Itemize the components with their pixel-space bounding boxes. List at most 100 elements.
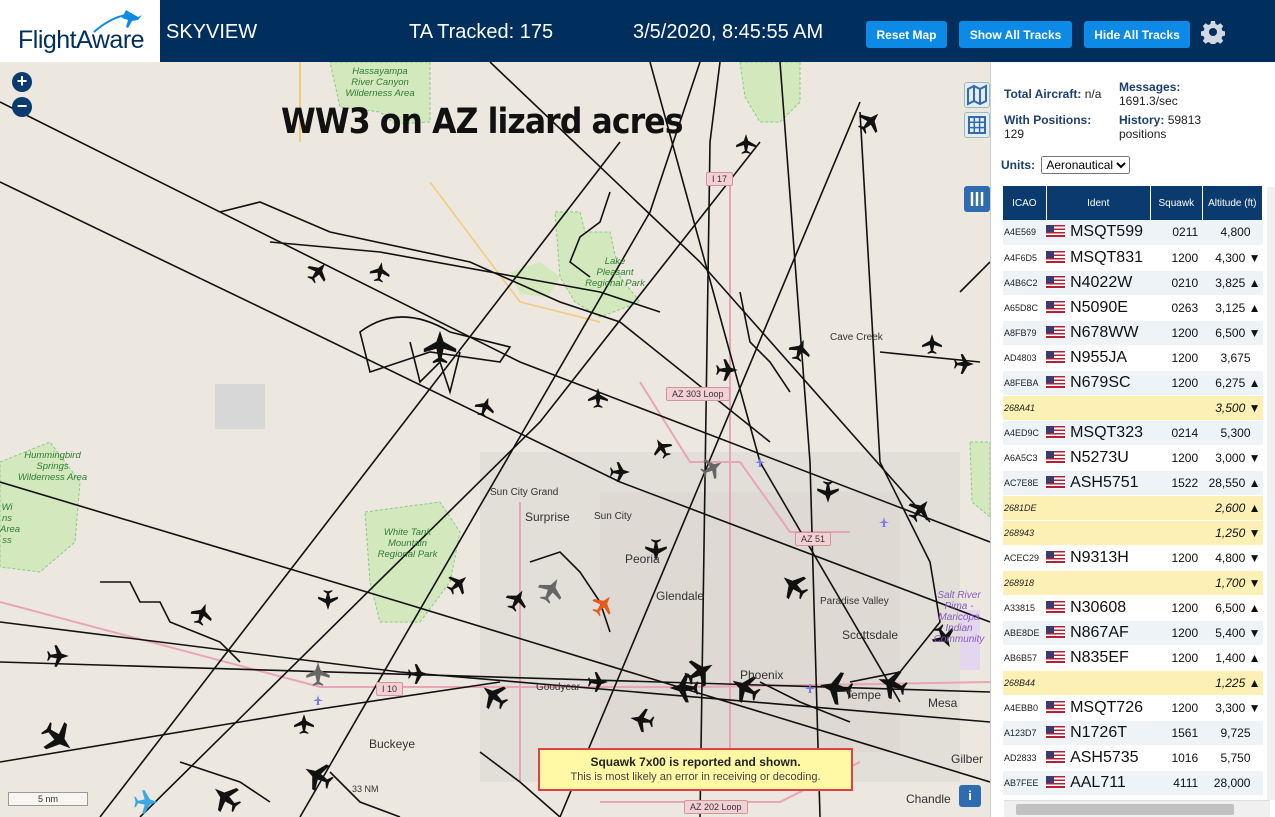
us-flag-icon (1046, 750, 1066, 763)
cell-icao: 268A41 (1003, 395, 1047, 421)
cell-ident (1046, 495, 1151, 521)
cell-altitude: 6,275 ▲ (1202, 370, 1263, 396)
cell-icao: AB6B57 (1003, 645, 1047, 671)
aircraft-row[interactable]: ACEC29 N9313H 1200 4,800 ▼ (1003, 545, 1263, 571)
aircraft-row[interactable]: A8FB79 N678WW 1200 6,500 ▼ (1003, 320, 1263, 346)
history-stat: History: 59813 positions (1119, 113, 1219, 141)
aircraft-row[interactable]: 268B44 1,225 ▲ (1003, 670, 1263, 696)
aircraft-row[interactable]: A4B6C2 N4022W 0210 3,825 ▲ (1003, 270, 1263, 296)
cell-ident: MSQT599 (1046, 220, 1151, 246)
cell-squawk: 1016 (1150, 745, 1203, 771)
cell-altitude: 5,750 (1202, 745, 1263, 771)
aircraft-row[interactable]: A65D8C N5090E 0263 3,125 ▲ (1003, 295, 1263, 321)
col-ident[interactable]: Ident (1046, 186, 1151, 220)
us-flag-icon (1046, 625, 1066, 638)
aircraft-row[interactable]: 268918 1,700 ▼ (1003, 570, 1263, 596)
label-sun-city: Sun City (594, 511, 632, 522)
label-gilbert: Gilber (951, 752, 984, 766)
show-all-tracks-button[interactable]: Show All Tracks (959, 21, 1072, 48)
hide-all-tracks-button[interactable]: Hide All Tracks (1084, 21, 1190, 48)
cell-altitude: 3,000 ▼ (1202, 445, 1263, 471)
cell-icao: AB7FEE (1003, 770, 1047, 796)
us-flag-icon (1046, 300, 1066, 313)
us-flag-icon (1046, 725, 1066, 738)
aircraft-row[interactable]: AB6B57 N835EF 1200 1,400 ▲ (1003, 645, 1263, 671)
top-bar: FlightAware SKYVIEW TA Tracked: 175 3/5/… (0, 0, 1275, 62)
shield-i10: I 10 (376, 682, 404, 696)
cell-ident (1046, 570, 1151, 596)
aircraft-row[interactable]: A4F6D5 MSQT831 1200 4,300 ▼ (1003, 245, 1263, 271)
aircraft-row[interactable]: AB7FEE AAL711 4111 28,000 (1003, 770, 1263, 796)
cell-altitude: 1,225 ▲ (1202, 670, 1263, 696)
aircraft-table-body: A4E569 MSQT599 0211 4,800 A4F6D5 MSQT831 1200… (1003, 220, 1263, 817)
cell-ident: N955JA (1046, 345, 1151, 371)
map-canvas[interactable] (0, 62, 990, 817)
us-flag-icon (1046, 225, 1066, 238)
cell-ident: N5273U (1046, 445, 1151, 471)
aircraft-row[interactable]: 268943 1,250 ▼ (1003, 520, 1263, 546)
positions-value: 129 (1004, 127, 1025, 141)
aircraft-row[interactable]: A8FEBA N679SC 1200 6,275 ▲ (1003, 370, 1263, 396)
label-lake-pleasant: Lake Pleasant Regional Park (585, 256, 645, 289)
gear-icon[interactable] (1201, 20, 1225, 44)
ident-text: MSQT831 (1070, 248, 1143, 266)
aircraft-row[interactable]: A4E569 MSQT599 0211 4,800 (1003, 220, 1263, 246)
cell-altitude: 28,000 (1202, 770, 1263, 796)
cell-altitude: 6,500 ▼ (1202, 320, 1263, 346)
positions-stat: With Positions: 129 (1004, 113, 1114, 141)
cell-icao: A4F6D5 (1003, 245, 1047, 271)
cell-altitude: 4,800 (1202, 220, 1263, 246)
label-cave-creek: Cave Creek (830, 332, 883, 343)
cell-ident: N9313H (1046, 545, 1151, 571)
info-button[interactable]: i (959, 785, 981, 807)
map-view[interactable]: + − WW3 on AZ lizard acres Hassayampa Ri… (0, 62, 990, 817)
cell-altitude: 4,800 ▼ (1202, 545, 1263, 571)
table-horizontal-scrollbar[interactable] (1004, 800, 1270, 817)
toggle-sidebar-button[interactable] (964, 186, 990, 212)
cell-icao: A4EBB0 (1003, 695, 1047, 721)
reset-map-button[interactable]: Reset Map (866, 21, 947, 48)
aircraft-row[interactable]: A123D7 N1726T 1561 9,725 (1003, 720, 1263, 746)
messages-value: 1691.3/sec (1119, 94, 1178, 108)
label-buckeye: Buckeye (369, 737, 416, 751)
cell-icao: AC7E8E (1003, 470, 1047, 496)
aircraft-row[interactable]: 2681DE 2,600 ▲ (1003, 495, 1263, 521)
col-altitude[interactable]: Altitude (ft) (1202, 186, 1264, 220)
map-layers-button[interactable] (964, 82, 990, 108)
cell-altitude: 3,300 ▼ (1202, 695, 1263, 721)
aircraft-row[interactable]: A33815 N30608 1200 6,500 ▲ (1003, 595, 1263, 621)
label-sun-city-grand: Sun City Grand (490, 487, 559, 498)
aircraft-row[interactable]: AD4803 N955JA 1200 3,675 (1003, 345, 1263, 371)
ident-text: AAL711 (1070, 773, 1126, 791)
aircraft-row[interactable]: A4ED9C MSQT323 0214 5,300 (1003, 420, 1263, 446)
total-aircraft-value: n/a (1084, 87, 1102, 101)
flightaware-logo[interactable]: FlightAware (0, 0, 160, 62)
ident-text: N4022W (1070, 273, 1133, 291)
zoom-out-button[interactable]: − (12, 97, 32, 117)
grid-toggle-button[interactable] (964, 112, 990, 138)
aircraft-row[interactable]: A4EBB0 MSQT726 1200 3,300 ▼ (1003, 695, 1263, 721)
cell-altitude: 2,600 ▲ (1202, 495, 1263, 521)
col-squawk[interactable]: Squawk (1150, 186, 1203, 220)
cell-icao: A4ED9C (1003, 420, 1047, 446)
ident-text: N9313H (1070, 548, 1129, 566)
zoom-in-button[interactable]: + (12, 72, 32, 92)
aircraft-row[interactable]: ABE8DE N867AF 1200 5,400 ▼ (1003, 620, 1263, 646)
scroll-thumb[interactable] (1016, 804, 1234, 815)
aircraft-table: ICAO Ident Squawk Altitude (ft) A4E569 MS… (1003, 186, 1264, 817)
map-icon (967, 84, 987, 106)
units-select[interactable]: Aeronautical (1041, 156, 1131, 174)
aircraft-row[interactable]: A6A5C3 N5273U 1200 3,000 ▼ (1003, 445, 1263, 471)
ident-text: N835EF (1070, 648, 1129, 666)
aircraft-row[interactable]: AD2833 ASH5735 1016 5,750 (1003, 745, 1263, 771)
distance-ring-label: 33 NM (352, 784, 379, 794)
table-vertical-scrollbar[interactable] (1267, 187, 1275, 800)
col-icao[interactable]: ICAO (1003, 186, 1047, 220)
aircraft-row[interactable]: 268A41 3,500 ▼ (1003, 395, 1263, 421)
cell-squawk: 1522 (1150, 470, 1203, 496)
warning-title: Squawk 7x00 is reported and shown. (590, 755, 801, 769)
us-flag-icon (1046, 250, 1066, 263)
history-label: History: (1119, 113, 1165, 127)
squawk-warning: Squawk 7x00 is reported and shown. This … (538, 748, 853, 791)
aircraft-row[interactable]: AC7E8E ASH5751 1522 28,550 ▲ (1003, 470, 1263, 496)
